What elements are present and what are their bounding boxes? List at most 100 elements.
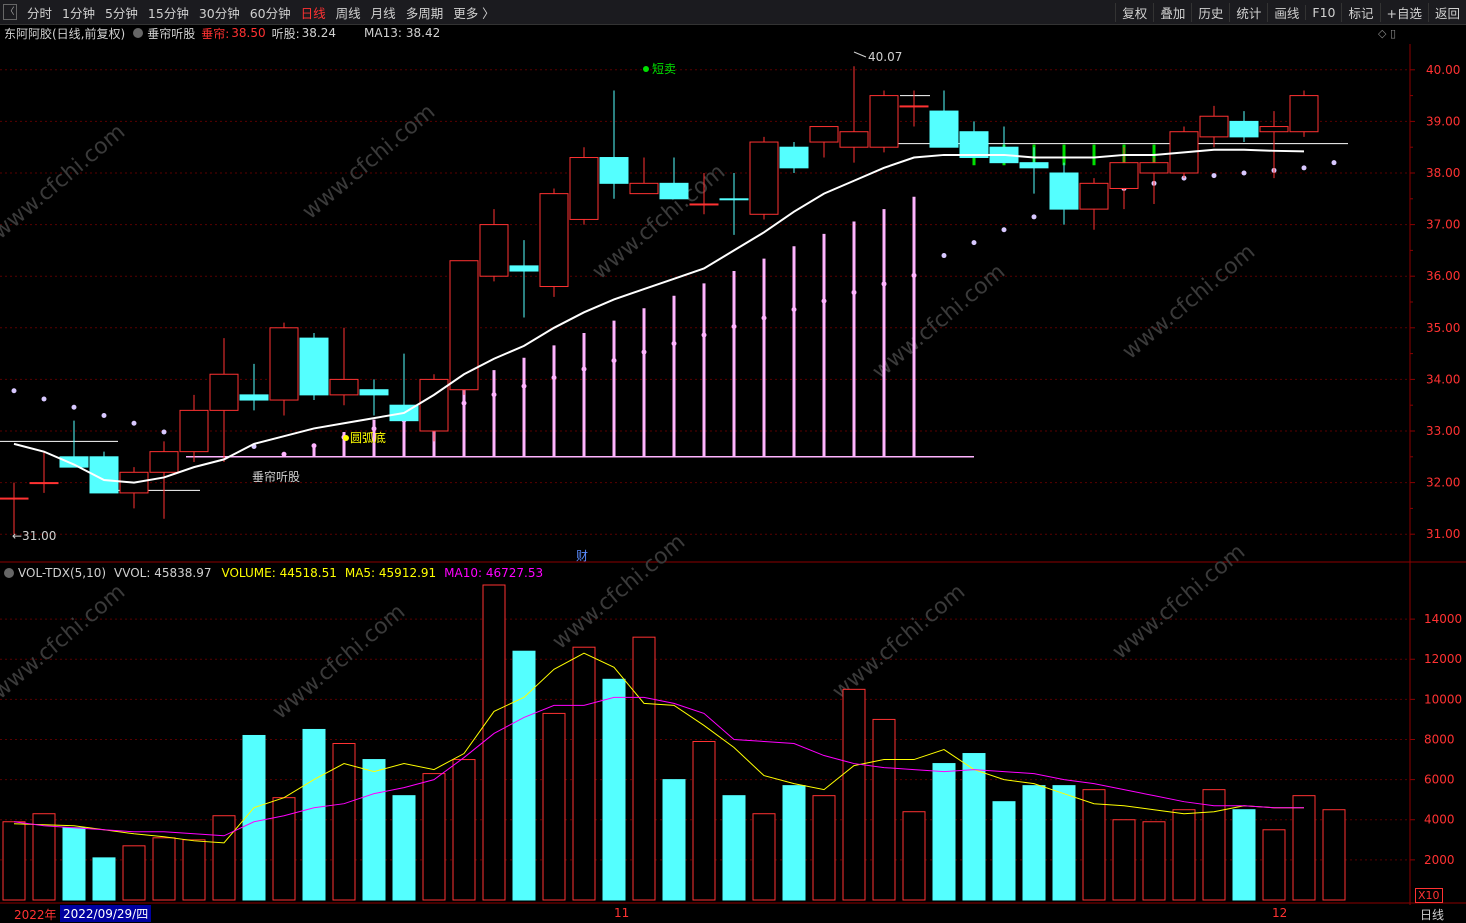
volume-bar	[1292, 795, 1316, 901]
candle-body	[0, 497, 29, 500]
indicator-dot	[1001, 227, 1007, 233]
candle-body	[269, 327, 299, 401]
candle-body	[359, 389, 389, 396]
volume-bar	[1262, 829, 1286, 901]
volume-bar	[332, 743, 356, 901]
round-bottom-label: 圆弧底	[350, 430, 386, 445]
volume-bar	[302, 728, 326, 901]
candle-body	[779, 146, 809, 169]
indicator-dot	[1211, 173, 1217, 179]
candle-body	[449, 260, 479, 391]
volume-bar	[1082, 789, 1106, 901]
volume-bar	[1142, 821, 1166, 901]
candle-body	[719, 198, 749, 201]
volume-bar	[722, 795, 746, 901]
volume-ma10-line	[13, 696, 1304, 837]
green-marker	[1092, 144, 1096, 166]
watermark-text: www.cfchi.com	[0, 579, 130, 704]
kline-chart[interactable]: 40.00 39.00 38.00 37.00 36.00 35.00 34.00 33.00…	[0, 0, 1466, 923]
high-price-label: 40.07	[868, 50, 902, 64]
event-marker: 财	[576, 549, 588, 563]
price-tick-label: 31.00	[1426, 527, 1460, 541]
indicator-dot	[641, 349, 647, 355]
volume-bar	[662, 779, 686, 901]
candle-body	[479, 224, 509, 277]
candle-body	[1079, 182, 1109, 210]
price-tick-label: 36.00	[1426, 269, 1460, 283]
volume-bar	[182, 839, 206, 901]
indicator-dot	[41, 396, 47, 402]
candle-body	[569, 157, 599, 220]
volume-tick-label: 2000	[1424, 853, 1455, 867]
volume-bar	[602, 678, 626, 901]
candle-body	[959, 131, 989, 159]
volume-bar	[92, 857, 116, 901]
candle-body	[29, 482, 59, 485]
indicator-dot	[71, 404, 77, 410]
price-tick-label: 38.00	[1426, 166, 1460, 180]
volume-tick-label: 10000	[1424, 692, 1462, 706]
price-tick-label: 37.00	[1426, 218, 1460, 232]
volume-bar	[452, 759, 476, 901]
candle-body	[149, 451, 179, 473]
line-name-label: 垂帘听股	[252, 469, 300, 484]
candle-body	[299, 337, 329, 396]
volume-bar	[872, 718, 896, 901]
volume-bar	[2, 821, 26, 901]
volume-bar	[422, 773, 446, 901]
volume-tick-label: 4000	[1424, 813, 1455, 827]
candle-body	[179, 409, 209, 453]
candle-body	[869, 95, 899, 148]
candle-body	[509, 265, 539, 272]
volume-bar	[1172, 809, 1196, 901]
period-label[interactable]: 日线	[1420, 906, 1444, 923]
volume-bar	[62, 827, 86, 901]
green-marker	[1062, 144, 1066, 166]
candle-body	[1199, 115, 1229, 138]
short-sell-dot	[643, 66, 649, 72]
indicator-dot	[1331, 160, 1337, 166]
volume-bar	[812, 795, 836, 901]
price-tick-label: 40.00	[1426, 63, 1460, 77]
volume-bar	[962, 753, 986, 901]
indicator-dot	[131, 420, 137, 426]
indicator-dot	[581, 366, 587, 372]
volume-bar	[932, 763, 956, 901]
indicator-dot	[311, 443, 317, 449]
indicator-dot	[461, 400, 467, 406]
candle-body	[1229, 120, 1259, 138]
volume-bar	[902, 811, 926, 901]
high-price-pointer	[853, 51, 867, 58]
candle-body	[1259, 126, 1289, 133]
watermark-text: www.cfchi.com	[828, 579, 970, 704]
indicator-dot	[881, 281, 887, 287]
candle-body	[629, 182, 659, 195]
volume-bar	[242, 734, 266, 901]
candle-body	[539, 193, 569, 288]
indicator-dot	[671, 341, 677, 347]
volume-bar	[122, 845, 146, 901]
price-tick-label: 34.00	[1426, 372, 1460, 386]
watermark-text: www.cfchi.com	[268, 599, 410, 724]
candle-body	[599, 157, 629, 184]
indicator-dot	[941, 253, 947, 259]
volume-bar	[1052, 785, 1076, 901]
volume-tick-label: 8000	[1424, 732, 1455, 746]
price-tick-label: 35.00	[1426, 321, 1460, 335]
candle-body	[329, 378, 359, 396]
volume-bar	[1322, 809, 1346, 901]
candle-body	[929, 110, 959, 148]
indicator-dot	[491, 392, 497, 398]
candle-body	[659, 182, 689, 200]
candle-body	[839, 131, 869, 148]
candle-body	[239, 394, 269, 401]
year-label: 2022年	[14, 908, 57, 922]
volume-bar	[992, 801, 1016, 901]
low-price-label: ←31.00	[12, 529, 56, 543]
price-tick-label: 39.00	[1426, 114, 1460, 128]
volume-bar	[542, 712, 566, 901]
indicator-dot	[851, 289, 857, 295]
candle-body	[209, 373, 239, 411]
volume-bar	[272, 797, 296, 901]
candle-body	[1289, 95, 1319, 133]
